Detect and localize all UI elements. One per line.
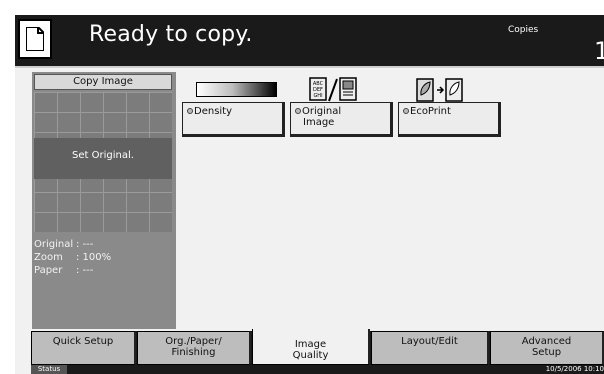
status-title: Ready to copy.	[89, 22, 253, 47]
original-image-label: Original Image	[302, 106, 342, 128]
ecoprint-label: EcoPrint	[410, 106, 451, 117]
info-original: Original: ---	[34, 239, 93, 250]
ecoprint-button[interactable]: EcoPrint	[398, 102, 501, 137]
density-label: Density	[194, 106, 233, 117]
document-icon	[18, 19, 52, 59]
info-zoom: Zoom : 100%	[34, 252, 111, 263]
info-label: Paper	[34, 265, 63, 276]
info-paper: Paper : ---	[34, 265, 93, 276]
date-time: 10/5/2006 10:10	[545, 365, 604, 373]
header-bar: Ready to copy. Copies 1	[15, 15, 604, 68]
indicator-dot-icon	[295, 108, 301, 114]
function-tabs: Quick Setup Org./Paper/ Finishing Image …	[31, 329, 604, 365]
indicator-dot-icon	[403, 108, 409, 114]
copy-image-preview: Copy Image Set Original. Original: --- Z…	[32, 72, 176, 329]
info-label: Original	[34, 239, 74, 250]
indicator-dot-icon	[187, 108, 193, 114]
copy-image-title: Copy Image	[34, 74, 172, 90]
set-original-message: Set Original.	[72, 150, 134, 161]
status-button[interactable]: Status	[31, 365, 67, 374]
info-value: : ---	[76, 239, 94, 250]
status-bar: Status 10/5/2006 10:10	[31, 365, 604, 374]
tab-quick-setup[interactable]: Quick Setup	[31, 331, 136, 365]
info-label: Zoom	[34, 252, 63, 263]
tab-advanced-setup[interactable]: Advanced Setup	[490, 331, 604, 365]
copies-label: Copies	[508, 25, 539, 35]
info-value: : ---	[76, 265, 94, 276]
density-button[interactable]: Density	[182, 102, 285, 137]
density-gradient-icon	[196, 82, 277, 97]
original-image-button[interactable]: Original Image	[290, 102, 393, 137]
tab-image-quality[interactable]: Image Quality	[252, 329, 370, 365]
svg-text:GHI: GHI	[313, 93, 322, 99]
info-value: : 100%	[76, 252, 112, 263]
copies-count[interactable]: 1	[594, 37, 604, 65]
tab-org-paper-finishing[interactable]: Org./Paper/ Finishing	[137, 331, 251, 365]
tab-layout-edit[interactable]: Layout/Edit	[371, 331, 489, 365]
copy-screen: Ready to copy. Copies 1 Copy Image Set O…	[15, 15, 604, 374]
